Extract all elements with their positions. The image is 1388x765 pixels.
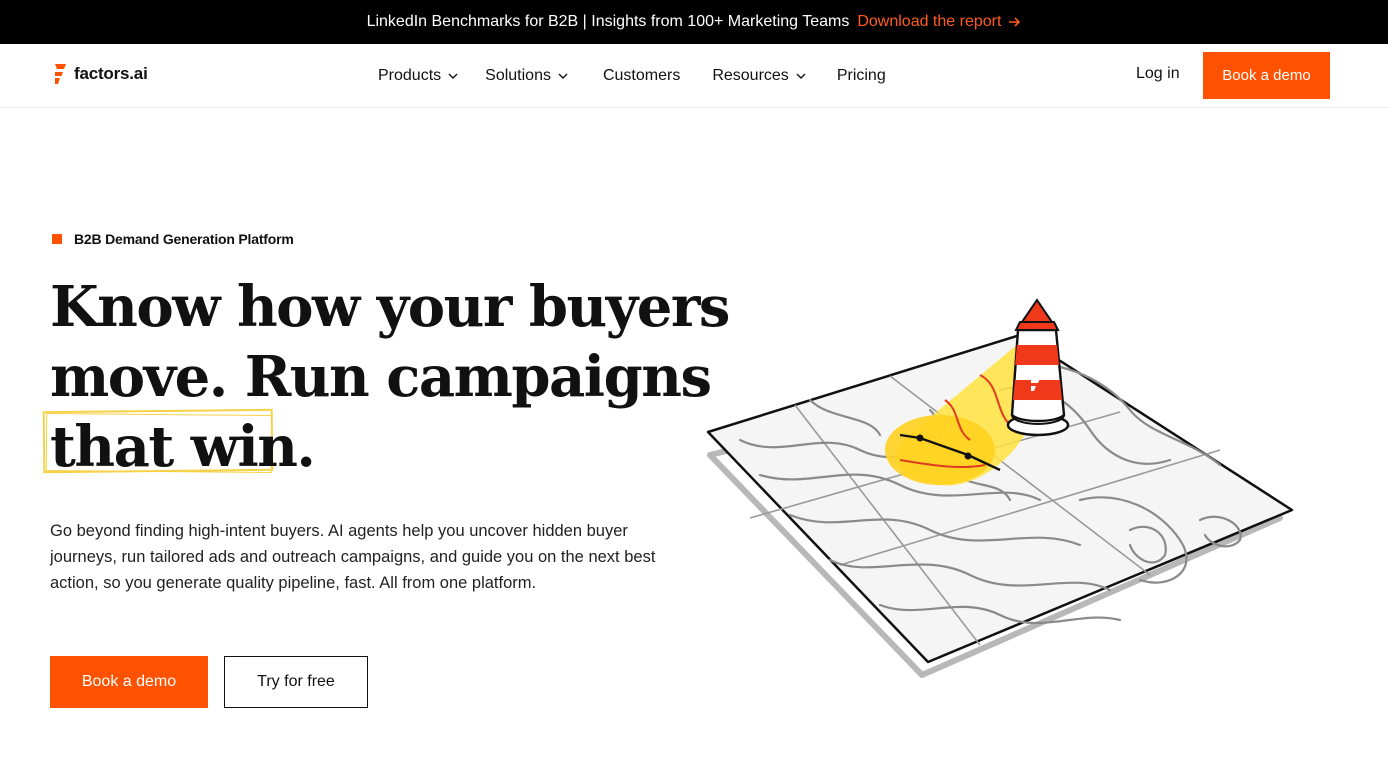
nav-item-label: Pricing (836, 66, 886, 84)
highlight-box: that win. (42, 408, 316, 482)
headline-line-2: move. Run campaigns (50, 344, 712, 410)
book-demo-button-header[interactable]: Book a demo (1203, 52, 1330, 99)
chevron-down-icon (448, 73, 458, 79)
nav-item-label: Solutions (485, 66, 551, 84)
hero-headline: Know how your buyers move. Run campaigns… (42, 272, 730, 482)
logo[interactable]: factors.ai (52, 62, 148, 86)
hero-description: Go beyond finding high-intent buyers. AI… (50, 522, 656, 592)
login-link[interactable]: Log in (1136, 65, 1180, 83)
announcement-bar: LinkedIn Benchmarks for B2B | Insights f… (0, 0, 1388, 44)
download-report-link[interactable]: Download the report (857, 13, 1021, 31)
nav-item-resources[interactable]: Resources (712, 67, 806, 85)
nav-item-solutions[interactable]: Solutions (485, 67, 569, 85)
headline-line-1: Know how your buyers (50, 274, 730, 340)
factors-logo-icon (55, 64, 66, 84)
announcement-text: LinkedIn Benchmarks for B2B | Insights f… (366, 13, 850, 30)
nav-item-products[interactable]: Products (378, 67, 459, 85)
book-demo-button[interactable]: Book a demo (50, 656, 208, 708)
nav-item-label: Resources (712, 66, 789, 84)
headline-highlight: that win. (50, 414, 316, 480)
nav-item-label: Products (378, 66, 442, 84)
eyebrow-square-icon (52, 234, 62, 244)
logo-text: factors.ai (74, 64, 148, 83)
try-for-free-button[interactable]: Try for free (224, 656, 368, 708)
eyebrow: B2B Demand Generation Platform (52, 231, 294, 247)
eyebrow-text: B2B Demand Generation Platform (74, 231, 294, 247)
download-report-label: Download the report (857, 13, 1002, 30)
chevron-down-icon (558, 73, 568, 79)
headline-line-3: that win. (42, 408, 690, 482)
arrow-right-icon (1009, 17, 1021, 27)
lighthouse-map-illustration (706, 298, 1294, 678)
nav-item-label: Customers (602, 66, 681, 84)
chevron-down-icon (796, 73, 806, 79)
nav-item-pricing[interactable]: Pricing (837, 67, 886, 85)
top-navigation: factors.ai Products Solutions Customers … (0, 44, 1388, 108)
nav-item-customers[interactable]: Customers (603, 67, 680, 85)
main-menu: Products Solutions Customers Resources P… (378, 44, 886, 107)
